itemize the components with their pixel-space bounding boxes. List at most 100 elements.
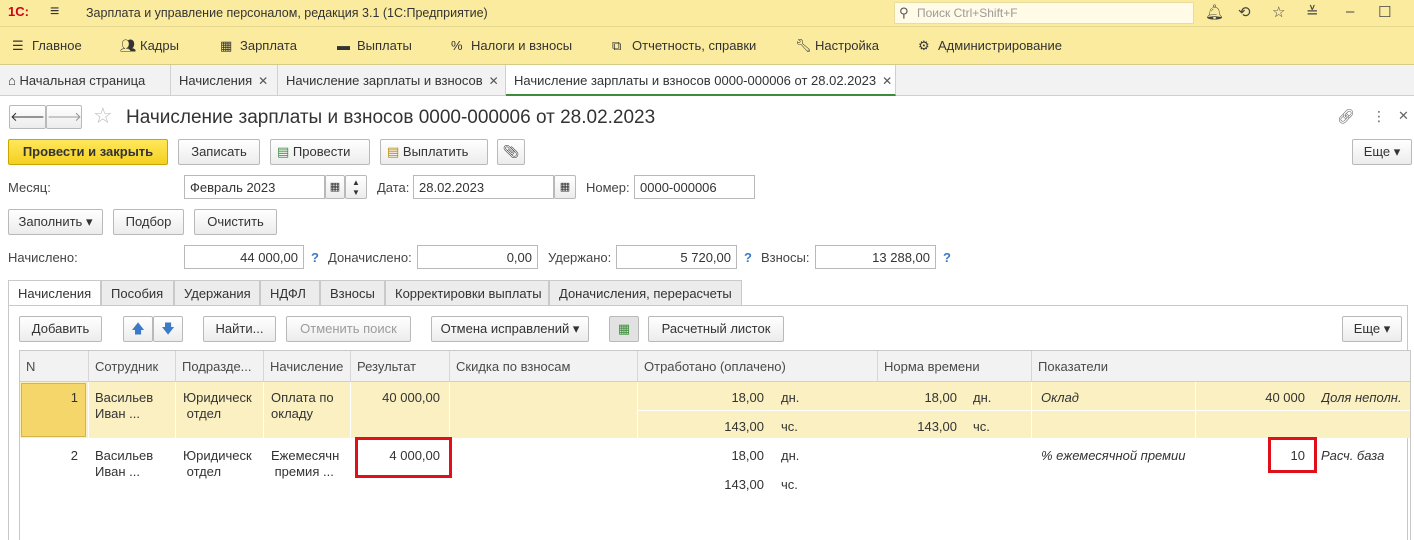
move-down-button[interactable]: 🡇 xyxy=(153,316,183,342)
help-icon[interactable]: ? xyxy=(744,250,752,265)
column-header-department[interactable]: Подразде... xyxy=(176,351,264,382)
department-cell[interactable]: Юридическ отдел xyxy=(183,448,263,480)
maximize-icon[interactable]: ☐ xyxy=(1378,3,1391,21)
main-menu-icon[interactable]: ≡ xyxy=(50,3,59,21)
cancel-fixes-button[interactable]: Отмена исправлений ▾ xyxy=(431,316,589,342)
menu-item-main[interactable]: ☰ Главное xyxy=(12,38,82,54)
worked-days-cell[interactable]: 18,00 xyxy=(638,390,764,406)
department-cell[interactable]: Юридическ отдел xyxy=(183,390,263,422)
forward-button[interactable]: 🡒 xyxy=(46,105,82,129)
tab-salary-document[interactable]: Начисление зарплаты и взносов 0000-00000… xyxy=(506,65,896,96)
help-icon[interactable]: ? xyxy=(943,250,951,265)
menu-item-admin[interactable]: ⚙ Администрирование xyxy=(918,38,1062,54)
column-header-indicators[interactable]: Показатели xyxy=(1032,351,1410,382)
paperclip-icon: 📎︎ xyxy=(502,144,520,159)
move-up-button[interactable]: 🡅 xyxy=(123,316,153,342)
table-settings-button[interactable]: ▦ xyxy=(609,316,639,342)
tab-salary-list[interactable]: Начисление зарплаты и взносов ✕ xyxy=(278,65,506,96)
tab-ndfl[interactable]: НДФЛ xyxy=(260,280,320,305)
column-header-result[interactable]: Результат xyxy=(351,351,450,382)
save-button[interactable]: Записать xyxy=(178,139,260,165)
search-input[interactable]: ⚲ Поиск Ctrl+Shift+F xyxy=(894,2,1194,24)
department-name: Юридическ xyxy=(183,390,252,405)
find-button[interactable]: Найти... xyxy=(203,316,276,342)
menu-item-salary[interactable]: ▦ Зарплата xyxy=(220,38,297,54)
pay-button[interactable]: ▤ Выплатить xyxy=(380,139,488,165)
accrued-field: 44 000,00 xyxy=(184,245,304,269)
worked-hours-cell[interactable]: 143,00 xyxy=(638,419,764,435)
tab-recalculations[interactable]: Доначисления, перерасчеты xyxy=(549,280,742,305)
add-button[interactable]: Добавить xyxy=(19,316,102,342)
menu-item-staff[interactable]: 👥︎ Кадры xyxy=(120,38,179,54)
indicator-value-cell[interactable]: 40 000 xyxy=(1196,390,1305,406)
date-field[interactable]: 28.02.2023 xyxy=(413,175,554,199)
star-icon[interactable]: ☆ xyxy=(1272,3,1285,21)
favorite-star-icon[interactable]: ☆ xyxy=(93,103,113,129)
column-header-norm-time[interactable]: Норма времени xyxy=(878,351,1032,382)
table-more-button[interactable]: Еще ▾ xyxy=(1342,316,1402,342)
worked-hours-unit: чс. xyxy=(781,477,798,492)
accrual-cell[interactable]: Оплата по окладу xyxy=(271,390,349,422)
post-and-close-button[interactable]: Провести и закрыть xyxy=(8,139,168,165)
worked-days-cell[interactable]: 18,00 xyxy=(638,448,764,464)
month-field[interactable]: Февраль 2023 xyxy=(184,175,325,199)
employee-cell[interactable]: Васильев Иван ... xyxy=(95,448,175,480)
close-icon[interactable]: ✕ xyxy=(882,74,892,88)
accrual-cell[interactable]: Ежемесячн премия ... xyxy=(271,448,349,480)
indicator2-name: Расч. база xyxy=(1321,448,1385,463)
menu-item-settings[interactable]: 🔧︎ Настройка xyxy=(795,38,879,54)
clear-button[interactable]: Очистить xyxy=(194,209,277,235)
tab-benefits[interactable]: Пособия xyxy=(101,280,174,305)
month-calendar-button[interactable]: ▦ xyxy=(325,175,345,199)
number-field[interactable]: 0000-000006 xyxy=(634,175,755,199)
worked-hours-cell[interactable]: 143,00 xyxy=(638,477,764,493)
tab-contributions[interactable]: Взносы xyxy=(320,280,385,305)
wrench-icon: 🔧︎ xyxy=(795,38,812,53)
menu-item-reports[interactable]: ⧉ Отчетность, справки xyxy=(612,38,756,54)
more-vertical-icon[interactable]: ⋮ xyxy=(1372,108,1386,125)
date-calendar-button[interactable]: ▦ xyxy=(554,175,576,199)
column-header-employee[interactable]: Сотрудник xyxy=(89,351,176,382)
payslip-button[interactable]: Расчетный листок xyxy=(648,316,784,342)
tab-accruals[interactable]: Начисления ✕ xyxy=(171,65,278,96)
close-icon[interactable]: ✕ xyxy=(1398,108,1409,124)
menu-item-taxes[interactable]: % Налоги и взносы xyxy=(451,38,572,53)
month-spin-button[interactable]: ▲ ▼ xyxy=(345,175,367,199)
highlight-indicator-value xyxy=(1268,437,1317,473)
fill-button[interactable]: Заполнить ▾ xyxy=(8,209,103,235)
cancel-fixes-label: Отмена исправлений xyxy=(440,321,570,336)
more-button[interactable]: Еще ▾ xyxy=(1352,139,1412,165)
select-button[interactable]: Подбор xyxy=(113,209,184,235)
link-icon[interactable]: 🔗︎ xyxy=(1337,108,1355,125)
post-label: Провести xyxy=(292,144,351,159)
history-icon[interactable]: ⟲ xyxy=(1238,3,1251,21)
column-header-n[interactable]: N xyxy=(20,351,89,382)
back-button[interactable]: 🡐 xyxy=(9,105,46,129)
cancel-search-button[interactable]: Отменить поиск xyxy=(286,316,411,342)
app-logo: 1С: xyxy=(8,4,29,19)
post-button[interactable]: ▤ Провести xyxy=(270,139,370,165)
settings-dropdown-icon[interactable]: ≚ xyxy=(1306,3,1319,21)
help-icon[interactable]: ? xyxy=(311,250,319,265)
close-icon[interactable]: ✕ xyxy=(258,74,268,88)
tab-accruals[interactable]: Начисления xyxy=(8,280,101,306)
employee-name: Васильев xyxy=(95,448,154,463)
column-header-worked[interactable]: Отработано (оплачено) xyxy=(638,351,878,382)
attach-button[interactable]: 📎︎ xyxy=(497,139,525,165)
column-header-accrual[interactable]: Начисление xyxy=(264,351,351,382)
tab-home[interactable]: ⌂ Начальная страница xyxy=(0,65,171,96)
menu-label: Отчетность, справки xyxy=(632,38,757,53)
employee-cell[interactable]: Васильев Иван ... xyxy=(95,390,175,422)
tab-payment-corrections[interactable]: Корректировки выплаты xyxy=(385,280,549,305)
tab-deductions[interactable]: Удержания xyxy=(174,280,260,305)
menu-item-payments[interactable]: ▬ Выплаты xyxy=(337,38,412,53)
column-header-contribution-discount[interactable]: Скидка по взносам xyxy=(450,351,638,382)
accrual-name: премия ... xyxy=(274,464,334,479)
close-icon[interactable]: ✕ xyxy=(489,74,499,88)
month-label: Месяц: xyxy=(8,180,51,195)
bell-icon[interactable]: 🔔︎ xyxy=(1205,3,1224,21)
norm-hours-cell[interactable]: 143,00 xyxy=(878,419,957,435)
norm-days-cell[interactable]: 18,00 xyxy=(878,390,957,406)
minimize-icon[interactable]: – xyxy=(1346,3,1354,20)
result-cell[interactable]: 40 000,00 xyxy=(351,390,440,406)
